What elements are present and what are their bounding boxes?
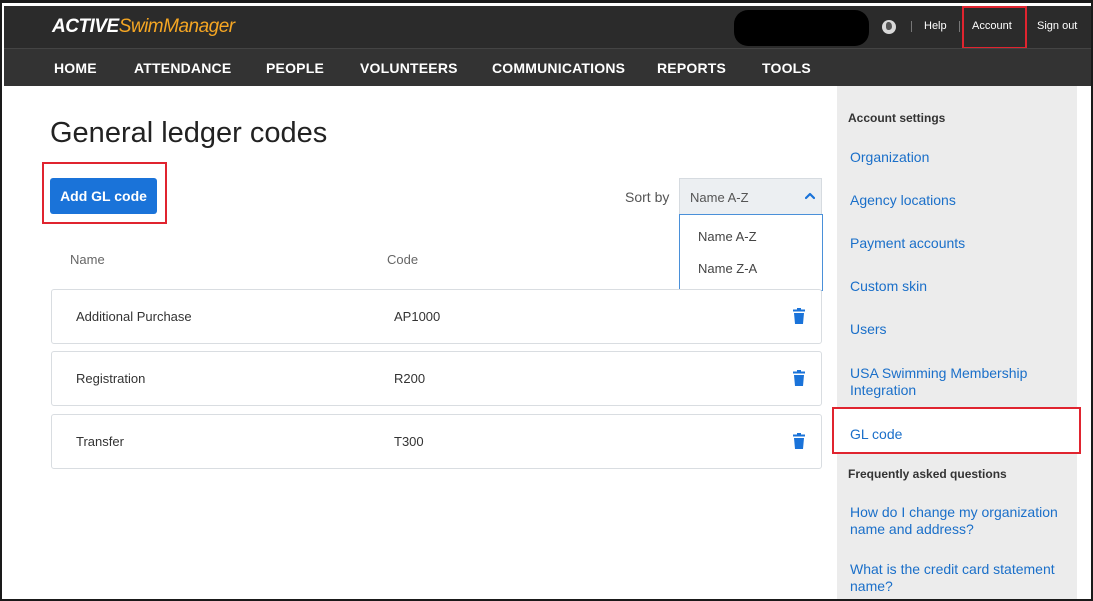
nav-people[interactable]: PEOPLE — [266, 60, 324, 76]
nav-home[interactable]: HOME — [54, 60, 97, 76]
sidebar-link-users[interactable]: Users — [850, 321, 1070, 338]
table-row: Additional Purchase AP1000 — [51, 289, 822, 344]
row-name: Transfer — [76, 434, 124, 449]
app-frame: ACTIVESwimManager Help Account Sign out … — [0, 0, 1093, 601]
row-name: Registration — [76, 371, 146, 386]
logo-swim-text: SwimManager — [118, 16, 235, 37]
row-name: Additional Purchase — [76, 309, 192, 324]
faq-link-credit-card-statement[interactable]: What is the credit card statement name? — [850, 561, 1070, 595]
gl-code-highlight-box — [832, 407, 1081, 454]
chevron-up-icon — [805, 192, 815, 200]
nav-attendance[interactable]: ATTENDANCE — [134, 60, 231, 76]
sidebar-heading-faq: Frequently asked questions — [848, 467, 1007, 481]
sort-selected-value: Name A-Z — [690, 190, 749, 205]
sidebar-link-agency-locations[interactable]: Agency locations — [850, 192, 1070, 209]
add-button-highlight-box — [42, 162, 167, 224]
sort-select[interactable]: Name A-Z — [679, 178, 822, 215]
logo-active-text: ACTIVE — [52, 16, 119, 37]
sidebar-link-payment-accounts[interactable]: Payment accounts — [850, 235, 1070, 252]
trash-icon[interactable] — [793, 433, 805, 449]
divider — [959, 21, 960, 32]
sidebar-link-custom-skin[interactable]: Custom skin — [850, 278, 1070, 295]
page-title: General ledger codes — [50, 117, 328, 149]
column-header-code: Code — [387, 252, 419, 267]
sidebar-heading-account-settings: Account settings — [848, 111, 946, 125]
trash-icon[interactable] — [793, 370, 805, 386]
sidebar-link-organization[interactable]: Organization — [850, 149, 1070, 166]
table-row: Registration R200 — [51, 351, 822, 406]
faq-link-change-org-name[interactable]: How do I change my organization name and… — [850, 504, 1065, 538]
nav-reports[interactable]: REPORTS — [657, 60, 726, 76]
row-code: R200 — [394, 371, 426, 386]
table-row: Transfer T300 — [51, 414, 822, 469]
sort-option-name-a-z[interactable]: Name A-Z — [698, 229, 757, 244]
nav-communications[interactable]: COMMUNICATIONS — [492, 60, 625, 76]
column-header-name: Name — [70, 252, 105, 267]
nav-tools[interactable]: TOOLS — [762, 60, 811, 76]
top-bar: ACTIVESwimManager Help Account Sign out — [4, 6, 1091, 48]
redacted-user-name — [734, 10, 869, 46]
sort-dropdown-menu: Name A-Z Name Z-A — [679, 214, 823, 291]
help-link[interactable]: Help — [924, 20, 947, 32]
nav-volunteers[interactable]: VOLUNTEERS — [360, 60, 458, 76]
divider — [911, 21, 912, 32]
globe-icon[interactable] — [882, 20, 896, 34]
sort-option-name-z-a[interactable]: Name Z-A — [698, 261, 757, 276]
sort-label: Sort by — [625, 189, 670, 205]
sign-out-link[interactable]: Sign out — [1037, 20, 1077, 32]
logo[interactable]: ACTIVESwimManager — [52, 16, 235, 38]
row-code: AP1000 — [394, 309, 441, 324]
account-highlight-box — [962, 6, 1027, 49]
sidebar-link-usa-swimming[interactable]: USA Swimming Membership Integration — [850, 365, 1050, 399]
main-nav: HOME ATTENDANCE PEOPLE VOLUNTEERS COMMUN… — [4, 48, 1091, 86]
trash-icon[interactable] — [793, 308, 805, 324]
row-code: T300 — [394, 434, 424, 449]
